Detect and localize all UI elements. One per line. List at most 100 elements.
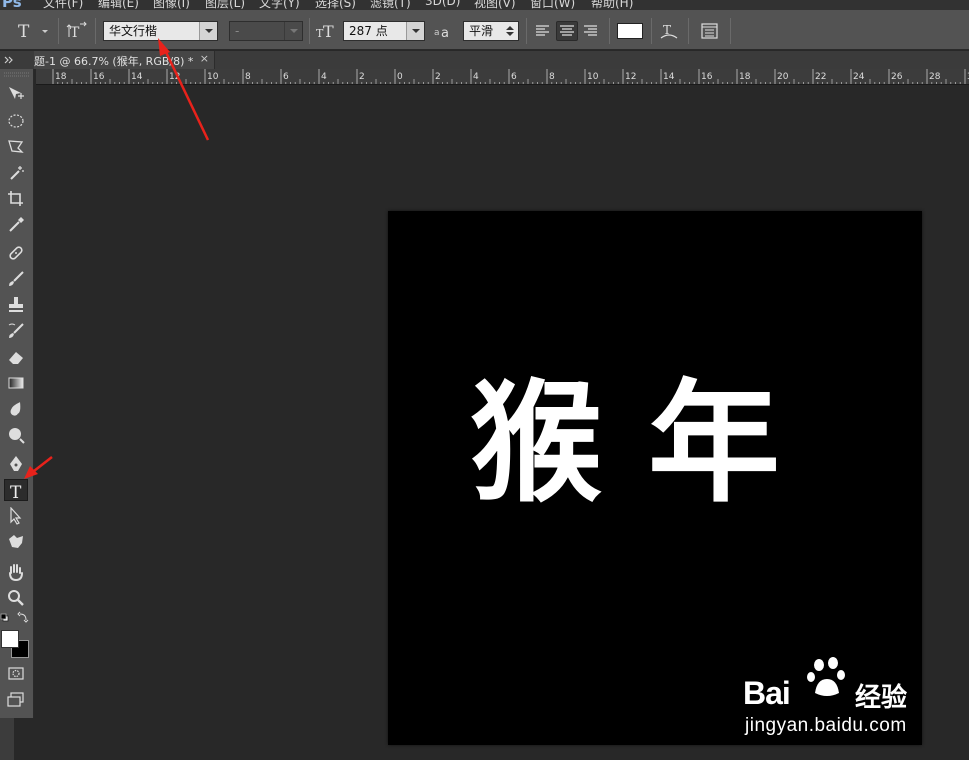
- align-right-button[interactable]: [580, 21, 602, 41]
- move-tool[interactable]: [4, 83, 28, 105]
- custom-shape-tool[interactable]: [4, 531, 28, 553]
- svg-text:a: a: [441, 26, 449, 41]
- zoom-tool[interactable]: [4, 587, 28, 609]
- quick-mask-button[interactable]: [4, 663, 28, 685]
- bandage-icon: [9, 246, 23, 260]
- ruler-label: 16: [701, 72, 713, 82]
- ruler-label: 8: [549, 72, 555, 82]
- chevron-down-icon: [406, 22, 424, 40]
- crop-icon: [8, 191, 23, 206]
- ruler-label: 0: [397, 72, 403, 82]
- droplet-icon: [10, 402, 21, 416]
- ruler-ticks: 1816141210864202468101214161820222426283…: [52, 69, 969, 84]
- text-orientation-icon: T: [66, 21, 87, 41]
- svg-text:T: T: [18, 22, 30, 41]
- ruler-label: 2: [359, 72, 365, 82]
- ruler-label: 10: [587, 72, 599, 82]
- character-panel-button[interactable]: [699, 21, 721, 41]
- dodge-tool[interactable]: [4, 424, 28, 446]
- menu-3d[interactable]: 3D(D): [425, 0, 460, 8]
- history-brush-tool[interactable]: [4, 320, 28, 342]
- screen-mode-icon: [7, 692, 24, 707]
- ruler-label: 8: [245, 72, 251, 82]
- options-bar: T T 华文行楷 - T T 287 点 a a 平滑 T: [0, 10, 969, 50]
- ruler-label: 2: [435, 72, 441, 82]
- arrow-select-icon: [10, 507, 22, 525]
- ruler-label: 26: [891, 72, 903, 82]
- text-color-swatch[interactable]: [617, 23, 643, 39]
- ruler-label: 16: [93, 72, 105, 82]
- magic-wand-icon: [10, 166, 24, 180]
- font-size-icon: T T: [315, 21, 337, 41]
- menu-file[interactable]: 文件(F): [43, 0, 83, 10]
- ruler-label: 14: [663, 72, 675, 82]
- vertical-ruler[interactable]: [0, 715, 14, 760]
- polygonal-lasso-tool[interactable]: [4, 136, 28, 158]
- close-icon[interactable]: ×: [200, 52, 209, 65]
- menu-layer[interactable]: 图层(L): [205, 0, 245, 10]
- foreground-color-swatch[interactable]: [1, 630, 19, 648]
- move-tool-icon: [9, 87, 24, 99]
- svg-text:T: T: [323, 22, 334, 41]
- gradient-icon: [8, 377, 24, 389]
- menu-edit[interactable]: 编辑(E): [98, 0, 139, 10]
- panel-toggle-icon: [701, 23, 718, 39]
- photoshop-logo: Ps: [2, 0, 22, 10]
- warp-text-icon: T: [660, 23, 678, 39]
- font-style-select[interactable]: -: [229, 21, 303, 41]
- swap-colors-controls[interactable]: [0, 611, 34, 625]
- horizontal-ruler[interactable]: 1816141210864202468101214161820222426283…: [36, 69, 969, 85]
- ruler-label: 6: [511, 72, 517, 82]
- menu-select[interactable]: 选择(S): [315, 0, 356, 10]
- menu-type[interactable]: 文字(Y): [259, 0, 300, 10]
- gradient-tool[interactable]: [4, 372, 28, 394]
- document-tab[interactable]: 题-1 @ 66.7% (猴年, RGB/8) * ×: [34, 51, 215, 69]
- blur-tool[interactable]: [4, 398, 28, 420]
- eraser-tool[interactable]: [4, 346, 28, 368]
- align-left-button[interactable]: [532, 21, 554, 41]
- font-family-select[interactable]: 华文行楷: [103, 21, 218, 41]
- baidu-jingyan-watermark: Bai 经验 jingyan.baidu.com: [743, 655, 923, 745]
- ruler-label: 22: [815, 72, 826, 82]
- font-size-select[interactable]: 287 点: [343, 21, 425, 41]
- crop-tool[interactable]: [4, 188, 28, 210]
- elliptical-marquee-tool[interactable]: [4, 110, 28, 132]
- lasso-icon: [8, 140, 24, 153]
- ruler-label: 10: [207, 72, 219, 82]
- text-tool-preset[interactable]: T: [16, 21, 50, 42]
- pen-tool[interactable]: [4, 453, 28, 475]
- antialias-select[interactable]: 平滑: [463, 21, 519, 41]
- healing-brush-tool[interactable]: [4, 242, 28, 264]
- toggle-text-orientation-button[interactable]: T: [66, 21, 88, 41]
- eyedropper-tool[interactable]: [4, 214, 28, 236]
- watermark-brand: Bai: [743, 675, 791, 711]
- magnifier-icon: [8, 590, 24, 606]
- chevron-down-icon: [199, 22, 217, 40]
- menu-view[interactable]: 视图(V): [474, 0, 516, 10]
- text-tool-icon: T: [18, 22, 48, 42]
- brush-icon: [9, 271, 24, 286]
- warp-text-button[interactable]: T: [658, 21, 680, 41]
- menu-image[interactable]: 图像(I): [153, 0, 190, 10]
- antialias-value: 平滑: [469, 24, 494, 38]
- hand-tool[interactable]: [4, 561, 28, 583]
- menu-help[interactable]: 帮助(H): [591, 0, 633, 10]
- menu-filter[interactable]: 滤镜(T): [370, 0, 411, 10]
- tools-panel: T: [0, 69, 34, 718]
- clone-stamp-tool[interactable]: [4, 294, 28, 316]
- collapse-panels-button[interactable]: [0, 51, 34, 69]
- menu-window[interactable]: 窗口(W): [530, 0, 575, 10]
- screen-mode-button[interactable]: [4, 689, 28, 711]
- document-tab-title: 题-1 @ 66.7% (猴年, RGB/8) *: [34, 55, 194, 68]
- ruler-label: 20: [777, 72, 789, 82]
- align-center-button[interactable]: [556, 21, 578, 41]
- ruler-label: 12: [169, 72, 180, 82]
- magic-wand-tool[interactable]: [4, 162, 28, 184]
- horizontal-type-tool[interactable]: T: [4, 479, 28, 501]
- antialias-icon: a a: [432, 21, 454, 41]
- dodge-icon: [9, 428, 25, 444]
- canvas-text-layer[interactable]: 猴 年: [470, 354, 780, 534]
- watermark-brand-suffix: 经验: [855, 683, 908, 713]
- brush-tool[interactable]: [4, 268, 28, 290]
- path-selection-tool[interactable]: [4, 505, 28, 527]
